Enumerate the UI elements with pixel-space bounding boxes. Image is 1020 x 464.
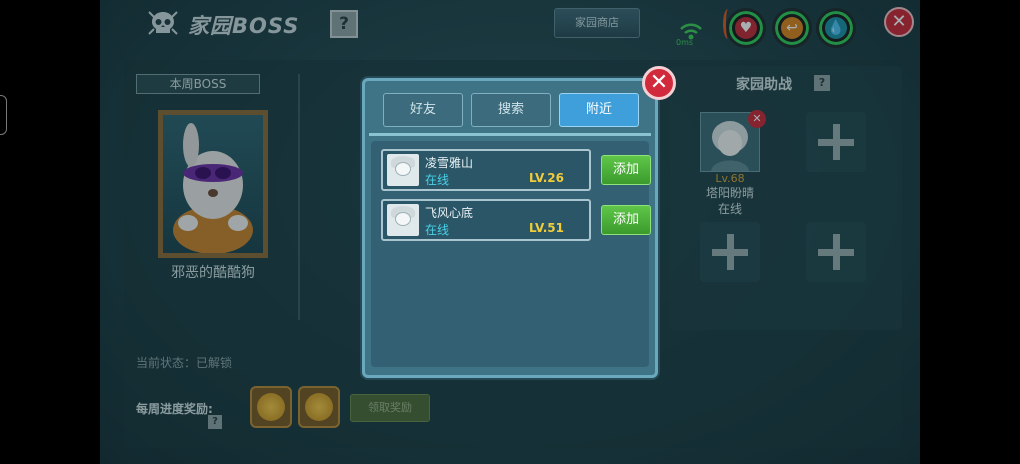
list-item[interactable]: 凌雪雅山 在线 LV.26 (381, 149, 591, 191)
avatar-face (395, 212, 411, 226)
friend-level: LV.51 (529, 221, 564, 235)
friend-avatar (387, 154, 419, 186)
add-friend-button[interactable]: 添加 (601, 205, 651, 235)
add-friend-dialog: 好友 搜索 附近 凌雪雅山 在线 LV.26 添加 飞风心底 在线 LV.51 … (362, 78, 658, 378)
device-screen: 家园BOSS ? 家园商店 0ms ♥ ↩ 💧 ✕ 本周BOSS 邪恶的酷酷狗 … (0, 0, 1020, 464)
close-dialog-button[interactable]: ✕ (642, 66, 676, 100)
add-friend-button[interactable]: 添加 (601, 155, 651, 185)
friend-status: 在线 (425, 223, 450, 237)
friend-list: 凌雪雅山 在线 LV.26 添加 飞风心底 在线 LV.51 添加 (371, 141, 651, 367)
tab-underline (369, 133, 651, 136)
friend-level: LV.26 (529, 171, 564, 185)
friend-name: 飞风心底 (425, 206, 474, 220)
tab-nearby[interactable]: 附近 (559, 93, 639, 127)
friend-status: 在线 (425, 173, 450, 187)
friend-avatar (387, 204, 419, 236)
list-item[interactable]: 飞风心底 在线 LV.51 (381, 199, 591, 241)
screen-edge-handle[interactable] (0, 95, 7, 135)
device-bezel-left (0, 0, 100, 464)
game-view: 家园BOSS ? 家园商店 0ms ♥ ↩ 💧 ✕ 本周BOSS 邪恶的酷酷狗 … (100, 0, 920, 464)
avatar-face (395, 162, 411, 176)
device-bezel-right (920, 0, 1020, 464)
tab-friends[interactable]: 好友 (383, 93, 463, 127)
friend-name: 凌雪雅山 (425, 156, 474, 170)
tab-search[interactable]: 搜索 (471, 93, 551, 127)
